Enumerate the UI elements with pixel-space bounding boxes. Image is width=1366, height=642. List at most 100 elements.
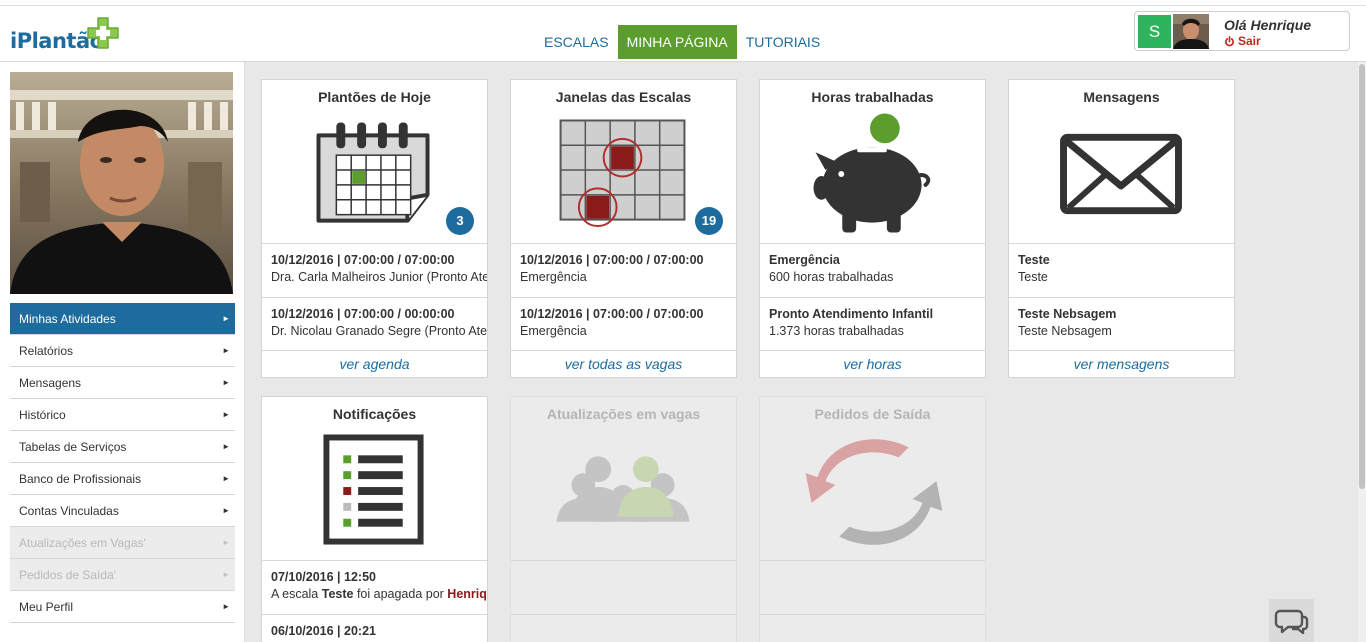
caret-right-icon: ►: [222, 346, 230, 355]
card-title: Pedidos de Saída: [814, 406, 931, 422]
caret-right-icon: ►: [222, 538, 230, 547]
list-item[interactable]: 10/12/2016 | 07:00:00 / 07:00:00 Emergên…: [511, 297, 736, 351]
row-detail: Teste: [1018, 270, 1048, 284]
sidebar: Minhas Atividades ► Relatórios ► Mensagens…: [0, 62, 245, 642]
envelope-icon[interactable]: [1009, 110, 1234, 240]
card-horas-trabalhadas: Horas trabalhadas Emergência 600 horas t…: [759, 79, 986, 378]
notification-item[interactable]: 06/10/2016 | 20:21: [262, 614, 487, 642]
list-item[interactable]: Teste Teste: [1009, 243, 1234, 297]
notification-user: Henrique: [447, 587, 487, 601]
nav-escalas[interactable]: ESCALAS: [535, 25, 618, 59]
row-title: Emergência: [769, 253, 840, 267]
dashboard: Plantões de Hoje 3 10/12/2016 | 07:00:00…: [245, 62, 1358, 642]
sidebar-item-atualizacoes-vagas: Atualizações em Vagas' ►: [10, 527, 235, 559]
notification-item[interactable]: 07/10/2016 | 12:50 A escala Teste foi ap…: [262, 560, 487, 614]
caret-right-icon: ►: [222, 314, 230, 323]
row-detail: 1.373 horas trabalhadas: [769, 324, 904, 338]
list-item[interactable]: 10/12/2016 | 07:00:00 / 00:00:00 Dr. Nic…: [262, 297, 487, 351]
sidebar-menu: Minhas Atividades ► Relatórios ► Mensagens…: [10, 303, 235, 623]
ver-horas-link[interactable]: ver horas: [760, 350, 985, 377]
exchange-arrows-icon: [805, 439, 943, 545]
header: iPlantão ESCALAS MINHA PÁGINA TUTORIAIS …: [0, 6, 1366, 62]
caret-right-icon: ►: [222, 570, 230, 579]
sidebar-item-contas-vinculadas[interactable]: Contas Vinculadas ►: [10, 495, 235, 527]
sidebar-item-banco-profissionais[interactable]: Banco de Profissionais ►: [10, 463, 235, 495]
notification-scale-name: Teste: [321, 587, 354, 601]
caret-right-icon: ►: [222, 378, 230, 387]
chat-icon: [1274, 609, 1309, 635]
list-item[interactable]: Pronto Atendimento Infantil 1.373 horas …: [760, 297, 985, 351]
scrollbar-thumb[interactable]: [1359, 64, 1365, 489]
row-datetime: 06/10/2016 | 20:21: [271, 624, 376, 638]
sidebar-item-label: Banco de Profissionais: [19, 472, 142, 486]
caret-right-icon: ►: [222, 474, 230, 483]
sidebar-item-historico[interactable]: Histórico ►: [10, 399, 235, 431]
row-detail: Dr. Nicolau Granado Segre (Pronto Atendi…: [271, 324, 487, 338]
row-detail: 600 horas trabalhadas: [769, 270, 894, 284]
card-title: Atualizações em vagas: [546, 406, 701, 422]
account-initial-button[interactable]: S: [1138, 15, 1171, 48]
ver-todas-vagas-link[interactable]: ver todas as vagas: [511, 350, 736, 377]
notification-text: foi apagada por: [353, 587, 448, 601]
nav-tutoriais[interactable]: TUTORIAIS: [737, 25, 829, 59]
piggy-bank-icon[interactable]: [760, 110, 985, 240]
user-greeting: Olá Henrique: [1224, 17, 1312, 33]
page-scrollbar[interactable]: [1358, 62, 1366, 642]
caret-right-icon: ►: [222, 602, 230, 611]
medical-cross-icon: [87, 17, 119, 49]
card-title: Mensagens: [1083, 89, 1160, 105]
row-detail: A escala Teste foi apagada por Henrique: [271, 585, 487, 603]
user-box: S Olá Henrique Sair: [1134, 11, 1350, 51]
sidebar-item-label: Minhas Atividades: [19, 312, 116, 326]
user-avatar[interactable]: [1173, 14, 1209, 49]
ver-mensagens-link[interactable]: ver mensagens: [1009, 350, 1234, 377]
sidebar-item-label: Meu Perfil: [19, 600, 74, 614]
janelas-count-badge: 19: [695, 207, 723, 235]
card-title: Plantões de Hoje: [318, 89, 431, 105]
sidebar-item-minhas-atividades[interactable]: Minhas Atividades ►: [10, 303, 235, 335]
row-title: Teste Nebsagem: [1018, 307, 1117, 321]
card-mensagens: Mensagens Teste Teste Teste Nebsagem Tes…: [1008, 79, 1235, 378]
logo[interactable]: iPlantão: [10, 16, 120, 56]
ver-agenda-link[interactable]: ver agenda: [262, 350, 487, 377]
sidebar-item-relatorios[interactable]: Relatórios ►: [10, 335, 235, 367]
plantoes-count-badge: 3: [446, 207, 474, 235]
row-datetime: 10/12/2016 | 07:00:00 / 07:00:00: [520, 253, 704, 267]
sidebar-item-tabelas-servicos[interactable]: Tabelas de Serviços ►: [10, 431, 235, 463]
sidebar-item-pedidos-saida: Pedidos de Saída' ►: [10, 559, 235, 591]
sidebar-item-label: Tabelas de Serviços: [19, 440, 127, 454]
sidebar-item-mensagens[interactable]: Mensagens ►: [10, 367, 235, 399]
list-item[interactable]: 10/12/2016 | 07:00:00 / 07:00:00 Dra. Ca…: [262, 243, 487, 297]
card-atualizacoes-vagas: Atualizações em vagas: [510, 396, 737, 642]
list-item[interactable]: Teste Nebsagem Teste Nebsagem: [1009, 297, 1234, 351]
power-icon: [1225, 35, 1234, 46]
sidebar-item-meu-perfil[interactable]: Meu Perfil ►: [10, 591, 235, 623]
list-item: [760, 614, 985, 642]
card-janelas-escalas: Janelas das Escalas 19 10/12/2016 | 07:0…: [510, 79, 737, 378]
row-detail: Emergência: [520, 324, 587, 338]
list-item: [511, 560, 736, 614]
notification-text: A escala: [271, 587, 322, 601]
nav-minha-pagina[interactable]: MINHA PÁGINA: [617, 25, 737, 59]
card-title: Notificações: [332, 406, 417, 422]
list-item: [760, 560, 985, 614]
main-nav: ESCALAS MINHA PÁGINA TUTORIAIS: [535, 25, 829, 59]
logout-link[interactable]: Sair: [1224, 34, 1261, 48]
people-icon: [556, 456, 690, 522]
card-title: Horas trabalhadas: [811, 89, 934, 105]
list-item[interactable]: 10/12/2016 | 07:00:00 / 07:00:00 Emergên…: [511, 243, 736, 297]
list-item[interactable]: Emergência 600 horas trabalhadas: [760, 243, 985, 297]
chat-button[interactable]: [1269, 599, 1314, 642]
checklist-icon[interactable]: [262, 427, 487, 557]
sidebar-item-label: Relatórios: [19, 344, 74, 358]
row-detail: Teste Nebsagem: [1018, 324, 1112, 338]
row-title: Teste: [1018, 253, 1050, 267]
profile-photo: [10, 72, 233, 294]
row-datetime: 10/12/2016 | 07:00:00 / 00:00:00: [271, 307, 455, 321]
card-plantoes-hoje: Plantões de Hoje 3 10/12/2016 | 07:00:00…: [261, 79, 488, 378]
sidebar-item-label: Mensagens: [19, 376, 82, 390]
list-item: [511, 614, 736, 642]
row-datetime: 10/12/2016 | 07:00:00 / 07:00:00: [271, 253, 455, 267]
caret-right-icon: ►: [222, 442, 230, 451]
logout-label: Sair: [1238, 34, 1261, 48]
